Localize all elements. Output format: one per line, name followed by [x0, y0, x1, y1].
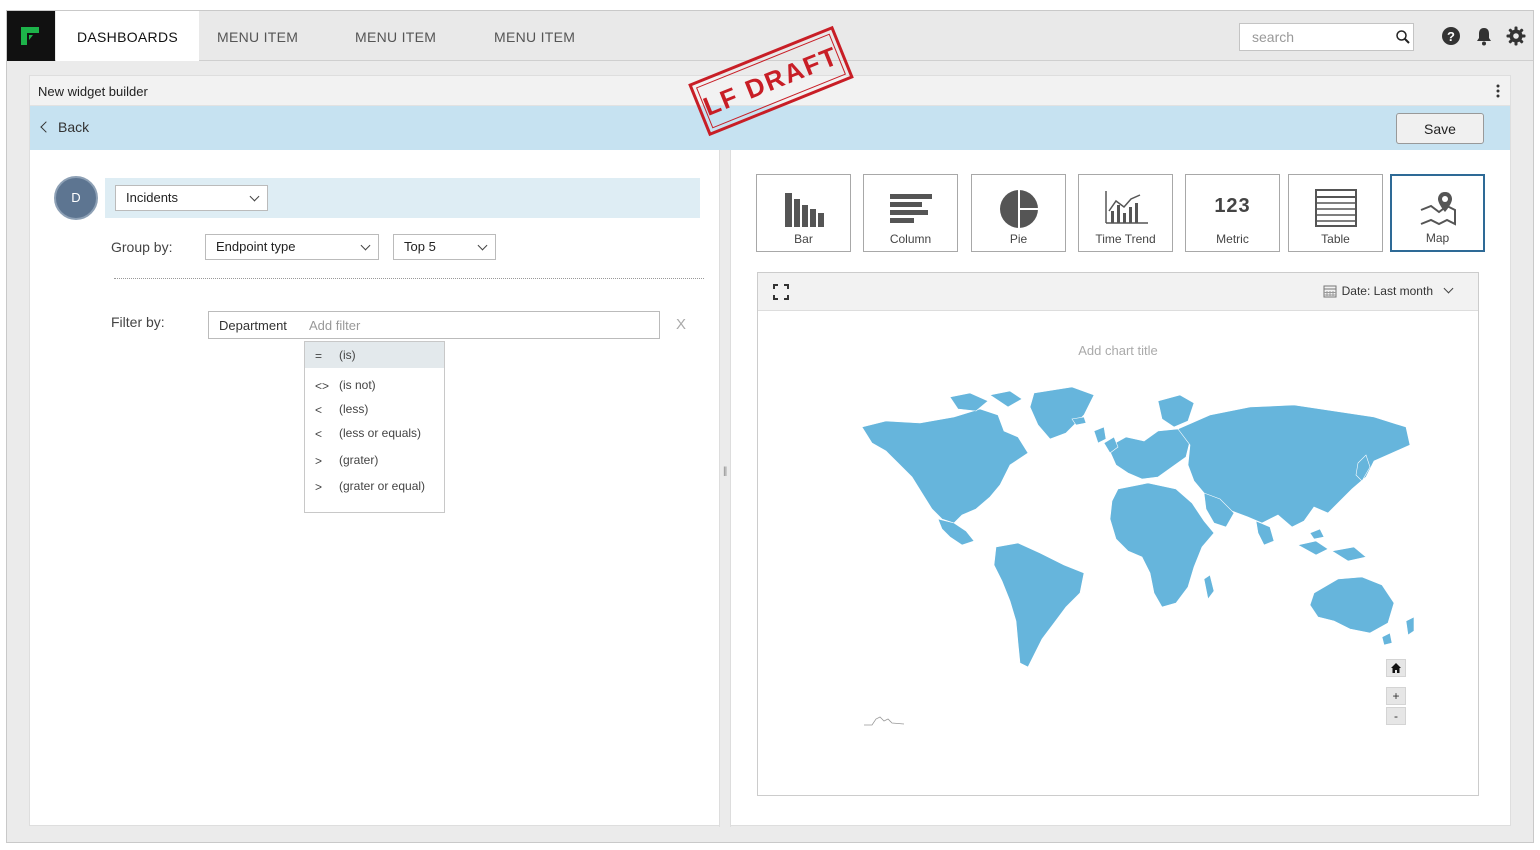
clear-filter-button[interactable]: X	[676, 316, 686, 333]
chevron-left-icon	[40, 121, 52, 133]
search-icon[interactable]	[1395, 29, 1411, 45]
operator-dropdown: = (is) <> (is not) < (less) < (less or e…	[304, 341, 445, 513]
chart-type-metric[interactable]: 123 Metric	[1185, 174, 1280, 252]
operator-item-greater-or-equal[interactable]: > (grater or equal)	[305, 473, 444, 499]
operator-symbol: >	[315, 480, 323, 494]
back-label: Back	[58, 119, 90, 135]
logo-icon	[21, 27, 39, 45]
map-icon	[1392, 190, 1483, 231]
help-icon[interactable]: ?	[1441, 26, 1461, 46]
search-input[interactable]	[1240, 24, 1380, 50]
top-n-select[interactable]: Top 5	[393, 234, 496, 260]
time-trend-icon	[1079, 189, 1172, 232]
chart-preview: Date: Last month Add chart title + -	[757, 272, 1479, 796]
save-button[interactable]: Save	[1396, 113, 1484, 144]
chevron-down-icon	[360, 240, 371, 251]
tab-menu-item-2[interactable]: MENU ITEM	[355, 11, 436, 61]
gear-icon[interactable]	[1506, 26, 1526, 46]
group-by-value: Endpoint type	[216, 239, 296, 254]
svg-text:?: ?	[1447, 29, 1455, 44]
group-by-label: Group by:	[111, 239, 173, 255]
date-filter[interactable]: Date: Last month	[1323, 283, 1454, 298]
chart-type-label: Map	[1425, 231, 1450, 245]
chart-type-label: Pie	[1009, 232, 1028, 246]
chevron-down-icon	[1443, 283, 1454, 294]
chart-type-label: Time Trend	[1095, 232, 1156, 246]
chart-type-label: Table	[1321, 232, 1350, 246]
metric-icon: 123	[1186, 189, 1279, 217]
filter-box: Department	[208, 311, 660, 339]
operator-symbol: >	[315, 454, 323, 468]
operator-label: (grater or equal)	[339, 479, 426, 493]
widget-builder-panel: New widget builder Back Save D Incidents…	[29, 75, 1511, 827]
map-overview-icon	[864, 716, 904, 726]
operator-item-is-not[interactable]: <> (is not)	[305, 372, 444, 398]
operator-label: (is not)	[339, 378, 376, 392]
bell-icon[interactable]	[1474, 26, 1494, 46]
operator-item-less[interactable]: < (less)	[305, 396, 444, 422]
datasource-bar: Incidents	[105, 178, 700, 218]
calendar-icon	[1323, 285, 1337, 298]
chart-type-label: Column	[889, 232, 932, 246]
world-map[interactable]	[858, 381, 1418, 701]
operator-item-less-or-equals[interactable]: < (less or equals)	[305, 420, 444, 446]
operator-label: (less)	[339, 402, 369, 416]
map-home-button[interactable]	[1386, 659, 1406, 677]
drag-handle-icon: ||	[723, 466, 727, 477]
more-options-icon[interactable]	[1496, 84, 1500, 98]
chart-type-table[interactable]: Table	[1288, 174, 1383, 252]
operator-symbol: <>	[315, 379, 330, 393]
logo[interactable]	[7, 11, 55, 61]
chart-type-label: Metric	[1216, 232, 1249, 246]
date-filter-label: Date: Last month	[1341, 284, 1433, 298]
datasource-select[interactable]: Incidents	[115, 185, 268, 211]
datasource-value: Incidents	[126, 190, 179, 205]
home-icon	[1391, 663, 1401, 673]
action-bar: Back Save	[30, 106, 1510, 150]
pie-chart-icon	[972, 189, 1065, 234]
panel-title: New widget builder	[38, 84, 148, 99]
expand-icon[interactable]	[773, 284, 789, 300]
metric-number: 123	[1214, 195, 1251, 217]
operator-label: (is)	[339, 348, 356, 362]
chart-type-bar[interactable]: Bar	[756, 174, 851, 252]
zoom-in-button[interactable]: +	[1386, 687, 1406, 705]
operator-label: (grater)	[339, 453, 379, 467]
tab-menu-item-1[interactable]: MENU ITEM	[217, 11, 298, 61]
operator-label: (less or equals)	[339, 426, 422, 440]
avatar: D	[54, 176, 98, 220]
bar-chart-icon	[757, 189, 850, 234]
operator-symbol: <	[315, 403, 323, 417]
tab-dashboards[interactable]: DASHBOARDS	[56, 11, 200, 61]
back-button[interactable]: Back	[40, 119, 90, 135]
operator-item-is[interactable]: = (is)	[305, 342, 444, 368]
operator-item-greater[interactable]: > (grater)	[305, 447, 444, 473]
world-map-graphic	[861, 386, 1415, 668]
operator-symbol: =	[315, 349, 323, 363]
zoom-out-button[interactable]: -	[1386, 707, 1406, 725]
chart-type-column[interactable]: Column	[863, 174, 958, 252]
chevron-down-icon	[249, 191, 260, 202]
chevron-down-icon	[477, 240, 488, 251]
search-box	[1239, 23, 1414, 51]
chart-type-pie[interactable]: Pie	[971, 174, 1066, 252]
chart-type-label: Bar	[794, 232, 813, 246]
preview-toolbar: Date: Last month	[758, 273, 1478, 311]
filter-by-label: Filter by:	[111, 314, 165, 330]
table-icon	[1289, 189, 1382, 232]
operator-symbol: <	[315, 427, 323, 441]
chart-type-map[interactable]: Map	[1390, 174, 1485, 252]
group-by-select[interactable]: Endpoint type	[205, 234, 379, 260]
pane-splitter[interactable]: ||	[719, 150, 731, 827]
top-n-value: Top 5	[404, 239, 436, 254]
chart-title-placeholder[interactable]: Add chart title	[758, 343, 1478, 358]
section-divider	[114, 278, 704, 279]
chart-type-time-trend[interactable]: Time Trend	[1078, 174, 1173, 252]
column-chart-icon	[864, 189, 957, 230]
filter-input[interactable]	[309, 315, 609, 335]
tab-menu-item-3[interactable]: MENU ITEM	[494, 11, 575, 61]
filter-field-chip[interactable]: Department	[219, 318, 287, 333]
app-window: DASHBOARDS MENU ITEM MENU ITEM MENU ITEM…	[6, 10, 1534, 843]
